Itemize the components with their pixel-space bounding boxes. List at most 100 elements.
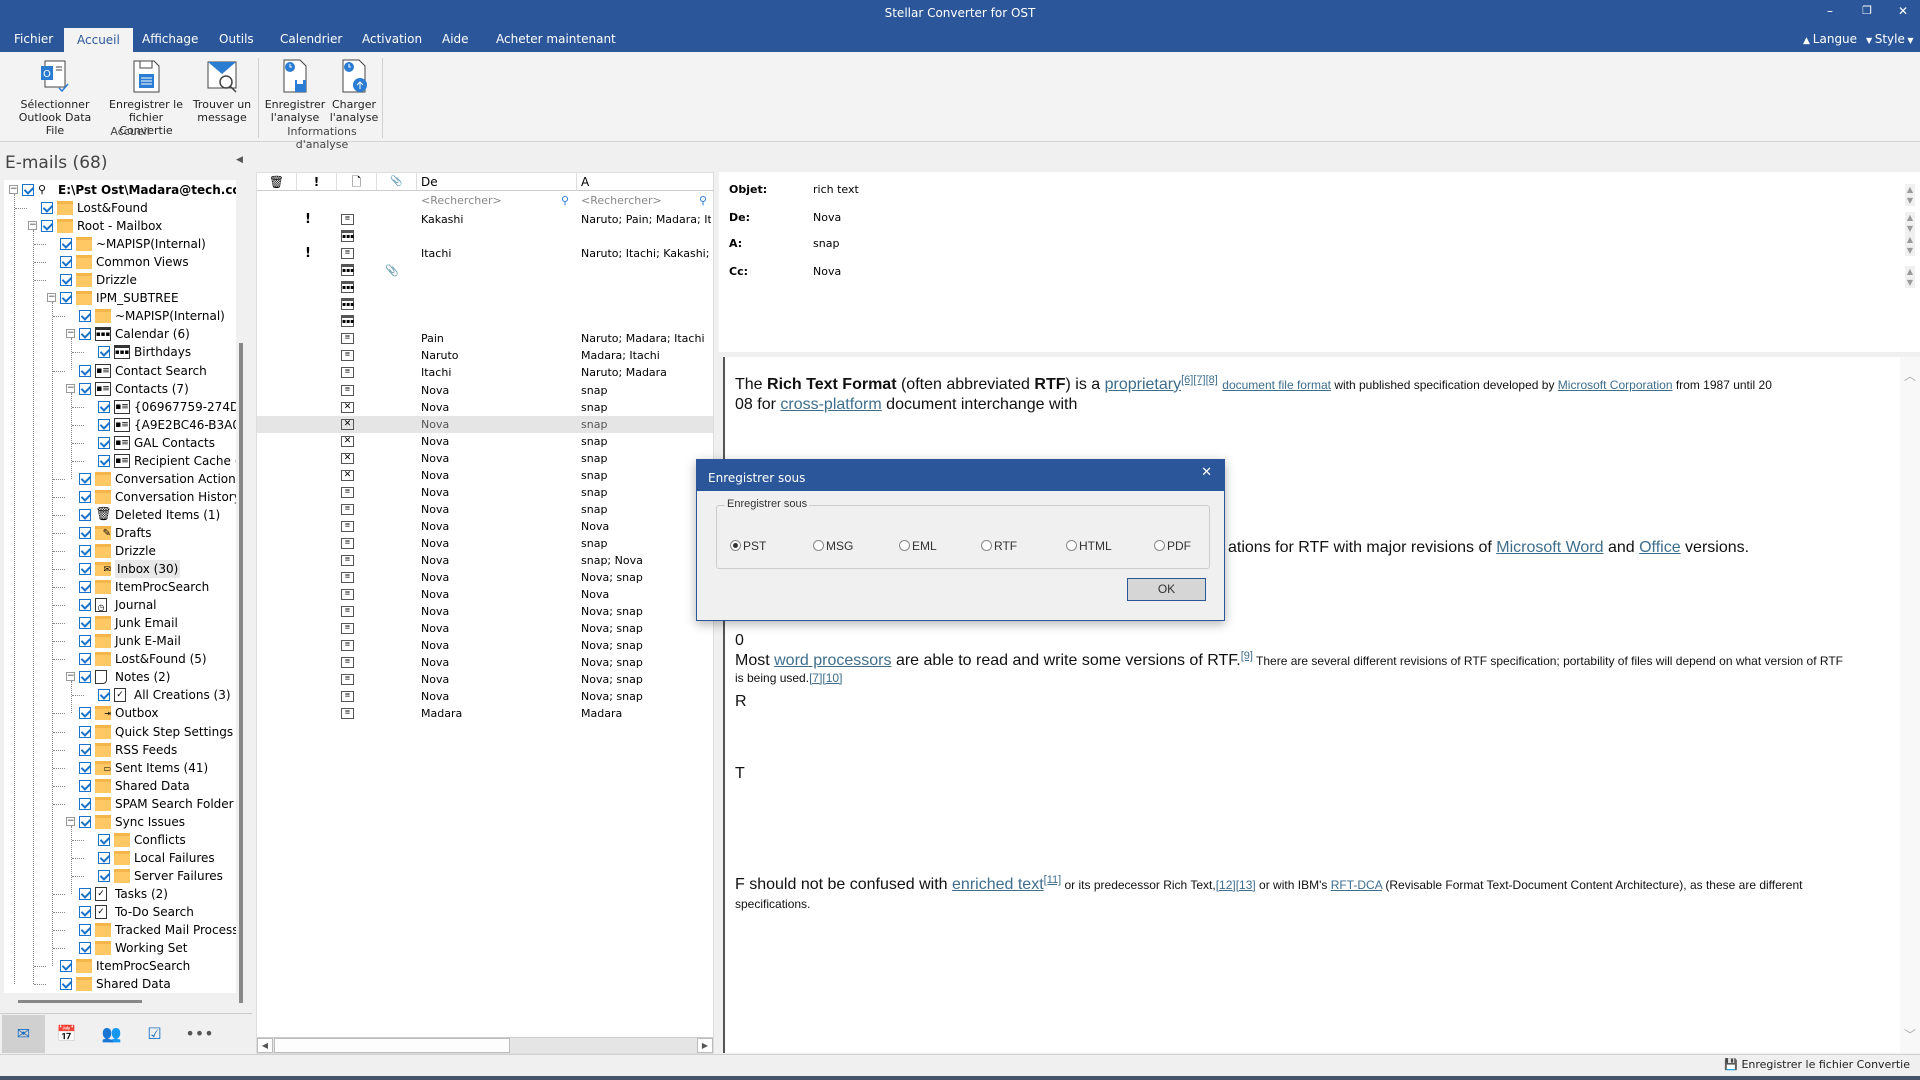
tree-item[interactable]: − ▪▪▪ Calendar (6) xyxy=(4,325,236,343)
tree-item[interactable]: Lost&Found xyxy=(4,199,236,217)
checkbox[interactable] xyxy=(79,599,91,612)
tree-item[interactable]: ◷ Journal xyxy=(4,596,236,614)
tree-item[interactable]: ✉ Inbox (30) xyxy=(4,560,236,579)
message-row[interactable]: ≡ Nova Nova xyxy=(257,518,713,535)
radio-pdf[interactable]: PDF xyxy=(1154,539,1191,553)
message-row[interactable]: ≡ Nova Nova; snap xyxy=(257,569,713,586)
tree-horizontal-scrollbar[interactable] xyxy=(18,1000,142,1003)
tree-item[interactable]: Server Failures xyxy=(4,867,236,885)
checkbox[interactable] xyxy=(60,238,72,251)
message-row[interactable]: ✕ Nova snap xyxy=(257,450,713,467)
checkbox[interactable] xyxy=(79,490,91,503)
message-row[interactable]: ✕ Nova snap xyxy=(257,433,713,450)
checkbox[interactable] xyxy=(79,725,91,738)
status-save-button[interactable]: 💾 Enregistrer le fichier Convertie xyxy=(1724,1058,1910,1071)
restore-button[interactable]: ❐ xyxy=(1857,4,1877,17)
checkbox[interactable] xyxy=(98,454,110,467)
checkbox[interactable] xyxy=(79,815,91,828)
scroll-right-icon[interactable]: ▶ xyxy=(697,1038,713,1053)
link-microsoft-corporation[interactable]: Microsoft Corporation xyxy=(1558,378,1673,392)
tree-item[interactable]: Drizzle xyxy=(4,271,236,289)
link-word-processors[interactable]: word processors xyxy=(774,652,891,669)
tree-item[interactable]: ▭ Sent Items (41) xyxy=(4,759,236,777)
tree-item[interactable]: ✓ All Creations (3) xyxy=(4,686,236,704)
checkbox[interactable] xyxy=(79,310,91,323)
tab-aide[interactable]: Aide xyxy=(432,26,479,52)
collapse-icon[interactable]: − xyxy=(47,293,56,303)
checkbox[interactable] xyxy=(98,346,110,359)
checkbox[interactable] xyxy=(98,689,110,702)
message-row[interactable]: ≡ Nova snap; Nova xyxy=(257,552,713,569)
checkbox[interactable] xyxy=(60,292,72,305)
checkbox[interactable] xyxy=(98,436,110,449)
contacts-nav-button[interactable]: 👥 xyxy=(90,1015,133,1053)
tree-item[interactable]: Conversation History xyxy=(4,488,236,506)
attachment-column-header[interactable]: 📎 xyxy=(377,173,417,191)
tree-item[interactable]: Conversation Action S xyxy=(4,470,236,488)
cc-scroll[interactable]: ▲ ▼ xyxy=(1905,266,1915,288)
tree-item[interactable]: ✓ Tasks (2) xyxy=(4,885,236,903)
tree-item[interactable]: ~MAPISP(Internal) xyxy=(4,235,236,253)
citation-link[interactable]: [12][13] xyxy=(1216,878,1256,892)
collapse-icon[interactable]: − xyxy=(66,816,75,826)
save-scan-button[interactable]: Enregistrer l'analyse xyxy=(264,58,326,124)
checkbox[interactable] xyxy=(41,220,53,233)
checkbox[interactable] xyxy=(79,924,91,937)
tab-fichier[interactable]: Fichier xyxy=(4,26,63,52)
from-column-header[interactable]: De xyxy=(417,173,577,191)
list-horizontal-scrollbar[interactable]: ◀ ▶ xyxy=(257,1037,713,1053)
scroll-thumb[interactable] xyxy=(274,1038,510,1053)
link-cross-platform[interactable]: cross-platform xyxy=(780,396,881,413)
collapse-pane-icon[interactable]: ◀ xyxy=(236,155,243,165)
dialog-close-button[interactable]: ✕ xyxy=(1201,465,1212,480)
checkbox[interactable] xyxy=(22,184,34,196)
tree-item[interactable]: ⇥ Outbox xyxy=(4,704,236,722)
to-column-header[interactable]: A xyxy=(577,173,713,191)
message-row[interactable]: ! ≡ Itachi Naruto; Itachi; Kakashi; Pain xyxy=(257,245,713,262)
checkbox[interactable] xyxy=(79,563,91,576)
message-row[interactable]: ≡ Nova snap xyxy=(257,501,713,518)
checkbox[interactable] xyxy=(79,761,91,774)
citation-link[interactable]: [6][7][8] xyxy=(1181,374,1218,386)
link-rft-dca[interactable]: RFT-DCA xyxy=(1331,878,1382,892)
select-outlook-file-button[interactable]: O Sélectionner Outlook Data File xyxy=(8,58,102,137)
link-microsoft-word[interactable]: Microsoft Word xyxy=(1496,539,1603,556)
mail-nav-button[interactable]: ✉ xyxy=(2,1015,45,1053)
tree-item[interactable]: ✎ Drafts xyxy=(4,524,236,542)
tree-item[interactable]: ~MAPISP(Internal) xyxy=(4,307,236,325)
message-row[interactable]: ▪▪▪ xyxy=(257,313,713,330)
message-row[interactable]: ≡ Madara Madara xyxy=(257,705,713,722)
collapse-icon[interactable]: − xyxy=(66,383,75,393)
style-menu[interactable]: ▼ Style ▼ xyxy=(1866,26,1914,52)
body-vertical-scrollbar[interactable]: ︿ ﹀ xyxy=(1900,357,1920,1053)
tree-item[interactable]: SPAM Search Folder 2 xyxy=(4,795,236,813)
tree-item[interactable]: − Sync Issues xyxy=(4,813,236,831)
checkbox[interactable] xyxy=(98,418,110,431)
tree-item[interactable]: − ▪≡ Contacts (7) xyxy=(4,380,236,398)
tree-item[interactable]: ItemProcSearch xyxy=(4,957,236,975)
importance-column-header[interactable]: ! xyxy=(297,173,337,191)
citation-link[interactable]: [9] xyxy=(1241,650,1253,662)
checkbox[interactable] xyxy=(79,779,91,792)
message-row[interactable]: ! ≡ Kakashi Naruto; Pain; Madara; Itachi xyxy=(257,211,713,228)
message-row[interactable]: ≡ Nova Nova; snap xyxy=(257,637,713,654)
tree-item[interactable]: Quick Step Settings xyxy=(4,723,236,741)
checkbox[interactable] xyxy=(79,671,91,684)
find-message-button[interactable]: Trouver un message xyxy=(191,58,253,124)
radio-pst[interactable]: PST xyxy=(730,539,766,553)
message-row[interactable]: ✕ Nova snap xyxy=(257,415,713,433)
tab-outils[interactable]: Outils xyxy=(209,26,264,52)
checkbox[interactable] xyxy=(98,833,110,846)
message-row[interactable]: ≡ Pain Naruto; Madara; Itachi xyxy=(257,330,713,347)
checkbox[interactable] xyxy=(79,581,91,594)
scroll-down-icon[interactable]: ﹀ xyxy=(1900,1026,1920,1043)
tree-item[interactable]: Local Failures xyxy=(4,849,236,867)
message-row[interactable]: ≡ Nova snap xyxy=(257,382,713,399)
checkbox[interactable] xyxy=(79,887,91,900)
to-scroll[interactable]: ▲ ▼ xyxy=(1905,234,1915,256)
tree-item[interactable]: ▪≡ GAL Contacts xyxy=(4,434,236,452)
radio-eml[interactable]: EML xyxy=(899,539,937,553)
checkbox[interactable] xyxy=(98,851,110,864)
checkbox[interactable] xyxy=(79,617,91,630)
collapse-icon[interactable]: − xyxy=(28,221,37,231)
